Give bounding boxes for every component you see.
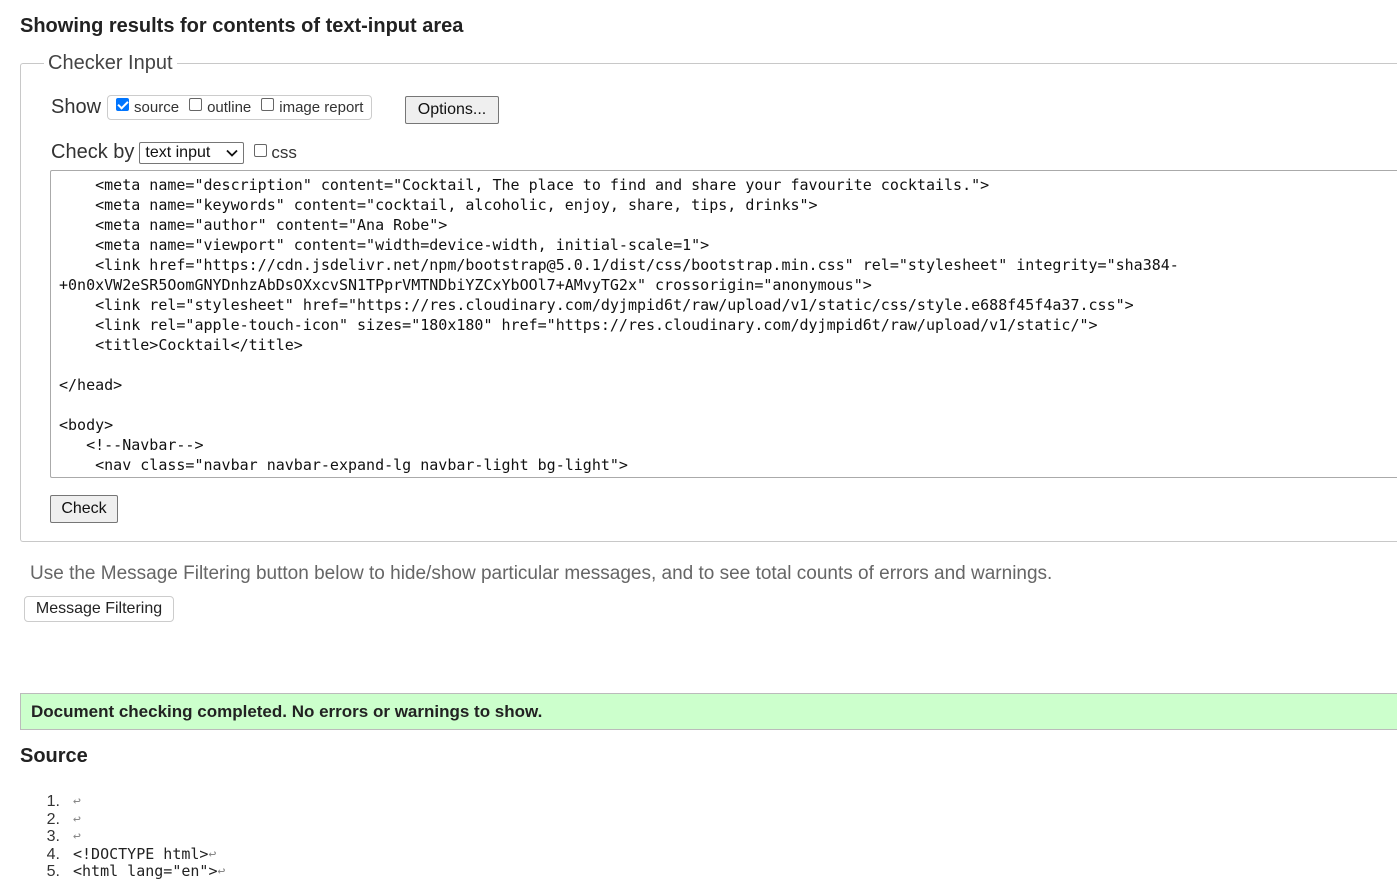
- source-line-number: 5.: [46, 863, 60, 880]
- textarea-line: </head>: [59, 376, 123, 394]
- page-title: Showing results for contents of text-inp…: [20, 15, 464, 37]
- show-row: Show source outline image report: [51, 95, 373, 120]
- css-option[interactable]: css: [254, 143, 297, 163]
- check-by-label: Check by: [51, 141, 135, 163]
- source-checkbox[interactable]: [116, 97, 130, 111]
- textarea-line: <link rel="stylesheet" href="https://res…: [59, 296, 1134, 314]
- show-image-report-option[interactable]: image report: [261, 97, 364, 116]
- source-textarea[interactable]: <meta name="description" content="Cockta…: [50, 170, 1397, 478]
- textarea-line: <link href="https://cdn.jsdelivr.net/npm…: [59, 256, 1179, 274]
- source-checkbox-label: source: [134, 98, 180, 116]
- image-report-checkbox-label: image report: [279, 98, 364, 116]
- check-by-row: Check by text input css: [51, 141, 297, 164]
- source-line: 1. ↩: [24, 793, 225, 811]
- textarea-line: <body>: [59, 416, 114, 434]
- textarea-line: <title>Cocktail</title>: [59, 336, 303, 354]
- css-checkbox-label: css: [271, 142, 297, 162]
- show-outline-option[interactable]: outline: [189, 97, 252, 116]
- show-label: Show: [51, 96, 102, 118]
- source-line-number: 1.: [46, 793, 60, 810]
- source-listing: 1. ↩ 2. ↩ 3. ↩ 4. <!DOCTYPE html> ↩ 5. <html lang=…: [24, 793, 226, 881]
- show-source-option[interactable]: source: [116, 97, 180, 116]
- return-icon: ↩: [73, 794, 81, 809]
- options-button[interactable]: Options...: [405, 96, 499, 124]
- message-filtering-button[interactable]: Message Filtering: [24, 596, 174, 622]
- textarea-line: [59, 395, 1397, 415]
- textarea-line: +0n0xVW2eSR5OomGNYDnhzAbDsOXxcvSN1TPprVM…: [59, 276, 872, 294]
- source-line-number: 3.: [46, 828, 60, 845]
- textarea-line: <meta name="description" content="Cockta…: [59, 176, 990, 194]
- return-icon: ↩: [73, 829, 81, 844]
- source-line: 5. <html lang="en"> ↩: [24, 862, 226, 881]
- source-line: 4. <!DOCTYPE html> ↩: [24, 844, 225, 864]
- source-line: 2. ↩: [24, 811, 225, 829]
- source-line-number: 4.: [46, 845, 60, 863]
- textarea-line: [59, 355, 1397, 375]
- source-line-number: 2.: [46, 810, 60, 828]
- css-checkbox[interactable]: [254, 144, 268, 157]
- return-icon: ↩: [217, 864, 226, 879]
- check-by-selected-value: text input: [145, 143, 211, 161]
- show-options-group: source outline image report: [107, 95, 373, 120]
- return-icon: ↩: [208, 846, 217, 862]
- textarea-line: <meta name="viewport" content="width=dev…: [59, 236, 710, 254]
- textarea-line: <nav class="navbar navbar-expand-lg navb…: [59, 456, 628, 474]
- chevron-down-icon: [226, 146, 239, 160]
- source-heading: Source: [20, 745, 88, 767]
- textarea-line: <meta name="author" content="Ana Robe">: [59, 216, 448, 234]
- status-message: Document checking completed. No errors o…: [20, 693, 1397, 730]
- textarea-line: <!--Navbar-->: [59, 436, 204, 454]
- check-button[interactable]: Check: [50, 495, 118, 523]
- source-line-code: <html lang="en">: [73, 862, 218, 880]
- source-line-code: <!DOCTYPE html>: [73, 844, 209, 863]
- checker-input-legend: Checker Input: [44, 52, 177, 75]
- textarea-line: <meta name="keywords" content="cocktail,…: [59, 196, 818, 214]
- return-icon: ↩: [73, 811, 81, 827]
- textarea-line: <link rel="apple-touch-icon" sizes="180x…: [59, 316, 1098, 334]
- image-report-checkbox[interactable]: [261, 97, 275, 111]
- check-by-select[interactable]: text input: [139, 141, 245, 164]
- filter-hint-text: Use the Message Filtering button below t…: [30, 563, 1053, 584]
- outline-checkbox-label: outline: [207, 98, 252, 116]
- source-line: 3. ↩: [24, 828, 225, 846]
- outline-checkbox[interactable]: [189, 97, 203, 111]
